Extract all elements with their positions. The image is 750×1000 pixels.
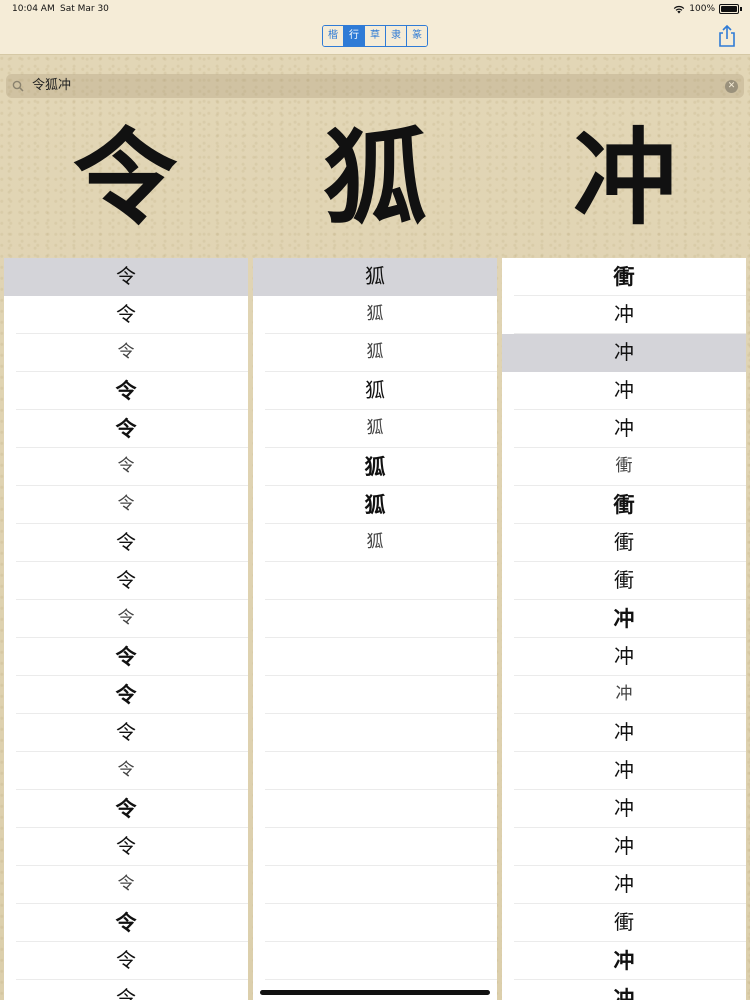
- variant-row[interactable]: 冲: [502, 334, 746, 372]
- variant-row[interactable]: 令: [16, 828, 248, 866]
- big-char-1: 令: [72, 116, 177, 239]
- variant-row[interactable]: 冲: [514, 828, 746, 866]
- variant-row[interactable]: [265, 676, 497, 714]
- variant-row[interactable]: 狐: [253, 258, 497, 296]
- variant-row[interactable]: [265, 866, 497, 904]
- style-tab-0[interactable]: 楷: [323, 26, 344, 46]
- variant-row[interactable]: 冲: [514, 790, 746, 828]
- variant-row[interactable]: 令: [16, 486, 248, 524]
- variant-row[interactable]: 令: [16, 676, 248, 714]
- variant-row[interactable]: 衝: [514, 524, 746, 562]
- variant-row[interactable]: 冲: [514, 676, 746, 714]
- status-date: Sat Mar 30: [60, 4, 109, 14]
- variant-row[interactable]: 冲: [514, 980, 746, 1000]
- variant-row[interactable]: 令: [16, 980, 248, 1000]
- style-segmented-control[interactable]: 楷行草隶篆: [322, 25, 428, 47]
- home-indicator: [260, 990, 490, 995]
- search-bar[interactable]: 令狐冲 ✕: [6, 74, 744, 98]
- variant-row[interactable]: 令: [16, 410, 248, 448]
- variant-row[interactable]: 令: [16, 714, 248, 752]
- variant-row[interactable]: 令: [4, 258, 248, 296]
- variant-row[interactable]: [265, 904, 497, 942]
- variant-row[interactable]: 冲: [514, 942, 746, 980]
- variant-row[interactable]: 冲: [514, 600, 746, 638]
- battery-tip: [740, 7, 742, 11]
- variant-row[interactable]: 令: [16, 334, 248, 372]
- variant-row[interactable]: 令: [16, 752, 248, 790]
- battery-percent: 100%: [689, 4, 715, 14]
- status-right: 100%: [673, 0, 742, 18]
- variant-row[interactable]: 令: [16, 296, 248, 334]
- status-time: 10:04 AM: [12, 4, 55, 14]
- variant-column-3[interactable]: 衝冲冲冲冲衝衝衝衝冲冲冲冲冲冲冲冲衝冲冲: [502, 258, 746, 1000]
- clear-search-icon[interactable]: ✕: [725, 80, 738, 93]
- status-bar: 10:04 AM Sat Mar 30 100%: [0, 0, 750, 18]
- variant-row[interactable]: 冲: [514, 372, 746, 410]
- variant-row[interactable]: 衝: [514, 904, 746, 942]
- style-tab-1[interactable]: 行: [344, 26, 365, 46]
- variant-row[interactable]: 冲: [514, 866, 746, 904]
- variant-column-2[interactable]: 狐狐狐狐狐狐狐狐: [253, 258, 497, 1000]
- variant-row[interactable]: 衝: [514, 562, 746, 600]
- variant-row[interactable]: 狐: [265, 296, 497, 334]
- search-icon: [12, 80, 24, 92]
- variant-row[interactable]: 令: [16, 790, 248, 828]
- style-tab-2[interactable]: 草: [365, 26, 386, 46]
- big-char-2: 狐: [322, 116, 427, 239]
- variant-row[interactable]: [265, 638, 497, 676]
- variant-row[interactable]: 狐: [265, 410, 497, 448]
- variant-row[interactable]: [265, 942, 497, 980]
- variant-row[interactable]: 令: [16, 600, 248, 638]
- variant-row[interactable]: 令: [16, 562, 248, 600]
- top-bar: 10:04 AM Sat Mar 30 100% 楷行草隶篆: [0, 0, 750, 55]
- variant-row[interactable]: 衝: [514, 486, 746, 524]
- variant-row[interactable]: 衝: [514, 258, 746, 296]
- variant-row[interactable]: 令: [16, 904, 248, 942]
- variant-row[interactable]: 狐: [265, 334, 497, 372]
- variant-row[interactable]: 狐: [265, 486, 497, 524]
- variant-row[interactable]: [265, 790, 497, 828]
- variant-row[interactable]: [265, 600, 497, 638]
- search-input[interactable]: 令狐冲: [32, 74, 71, 98]
- variant-row[interactable]: 衝: [514, 448, 746, 486]
- variant-row[interactable]: [265, 828, 497, 866]
- variant-row[interactable]: 令: [16, 866, 248, 904]
- battery-icon: [719, 4, 739, 14]
- variant-row[interactable]: 令: [16, 638, 248, 676]
- style-tab-3[interactable]: 隶: [386, 26, 407, 46]
- wifi-icon: [674, 5, 685, 13]
- variant-row[interactable]: 狐: [265, 524, 497, 562]
- variant-row[interactable]: 冲: [514, 410, 746, 448]
- variant-row[interactable]: 令: [16, 942, 248, 980]
- variant-row[interactable]: 冲: [514, 638, 746, 676]
- variant-row[interactable]: [265, 752, 497, 790]
- variant-row[interactable]: 冲: [514, 714, 746, 752]
- style-tab-4[interactable]: 篆: [407, 26, 427, 46]
- variant-column-1[interactable]: 令令令令令令令令令令令令令令令令令令令令: [4, 258, 248, 1000]
- variant-row[interactable]: [265, 562, 497, 600]
- variant-row[interactable]: 狐: [265, 448, 497, 486]
- variant-row[interactable]: 冲: [514, 752, 746, 790]
- variant-row[interactable]: 狐: [265, 372, 497, 410]
- variant-row[interactable]: 令: [16, 372, 248, 410]
- variant-row[interactable]: [265, 714, 497, 752]
- big-char-3: 冲: [572, 116, 677, 239]
- selected-characters-preview: 令 狐 冲: [0, 108, 750, 248]
- variant-row[interactable]: 令: [16, 448, 248, 486]
- variant-row[interactable]: 令: [16, 524, 248, 562]
- variant-row[interactable]: 冲: [514, 296, 746, 334]
- share-icon[interactable]: [716, 24, 738, 48]
